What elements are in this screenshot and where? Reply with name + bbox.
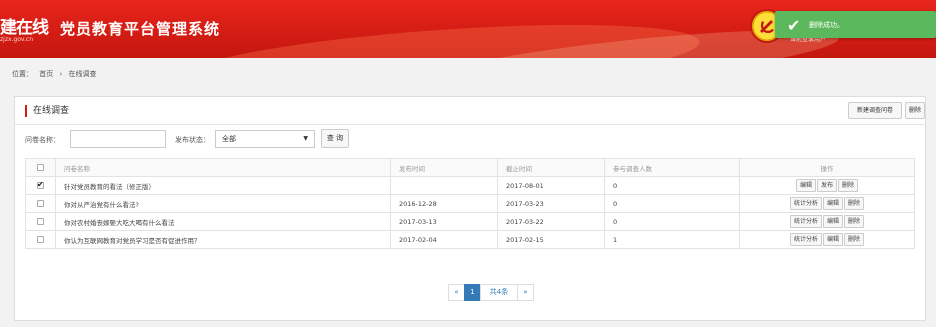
actions-cell: 统计分析 编辑 删除: [739, 212, 915, 231]
system-title: 党员教育平台管理系统: [60, 20, 221, 38]
breadcrumb-home-link[interactable]: 首页: [39, 70, 53, 78]
participant-count-cell: 1: [604, 230, 740, 249]
publish-date-cell: 2017-03-13: [390, 212, 498, 231]
breadcrumb-current: 在线调查: [68, 70, 97, 78]
participant-count-cell: 0: [604, 176, 740, 195]
survey-name-cell: 你认为互联网教育对党员学习是否有促进作用？: [55, 230, 391, 249]
check-icon: ✔: [787, 16, 801, 35]
edit-button[interactable]: 编辑: [822, 233, 843, 246]
column-header: 发布时间: [390, 158, 498, 177]
breadcrumb-separator: ›: [59, 70, 63, 78]
actions-cell: 统计分析 编辑 删除: [739, 194, 915, 213]
column-header: 截止时间: [497, 158, 605, 177]
breadcrumb-prefix: 位置：: [12, 70, 33, 78]
chevron-down-icon: ▼: [303, 135, 308, 142]
survey-name-cell: 你对农村婚丧嫁娶大吃大喝有什么看法: [55, 212, 391, 231]
row-checkbox[interactable]: [37, 200, 44, 207]
status-filter-label: 发布状态：: [175, 136, 210, 144]
site-logo-url: zjzx.gov.cn: [0, 36, 33, 43]
select-all-cell: [25, 158, 56, 177]
deadline-cell: 2017-08-01: [497, 176, 605, 195]
table-row: 针对党员教育的看法（修正版） 2017-08-01 0 编辑发布删除: [25, 176, 915, 195]
table-row: 你对农村婚丧嫁娶大吃大喝有什么看法 2017-03-13 2017-03-22 …: [25, 212, 915, 231]
actions-cell: 编辑 发布 删除: [739, 176, 915, 195]
statistics-button[interactable]: 统计分析: [789, 215, 822, 228]
divider: [15, 124, 925, 125]
statistics-button[interactable]: 统计分析: [789, 197, 822, 210]
table-row: 你对从严治党有什么看法? 2016-12-28 2017-03-23 0 统计分…: [25, 194, 915, 213]
pagination-total: 共4条: [480, 284, 518, 301]
row-checkbox-cell: [25, 176, 56, 195]
actions-cell: 统计分析 编辑 删除: [739, 230, 915, 249]
row-checkbox-cell: [25, 194, 56, 213]
column-header: 问卷名称: [55, 158, 391, 177]
survey-panel: 在线调查 新建调查问卷 删除 问卷名称： 发布状态： 全部 ▼ 查 询 问卷名称…: [14, 96, 926, 321]
participant-count-cell: 0: [604, 194, 740, 213]
statistics-button[interactable]: 统计分析: [789, 233, 822, 246]
deadline-cell: 2017-03-23: [497, 194, 605, 213]
delete-row-button[interactable]: 删除: [844, 215, 865, 228]
name-filter-label: 问卷名称：: [25, 136, 60, 144]
table-header-row: 问卷名称 发布时间 截止时间 参与调查人数 操作: [25, 158, 915, 177]
select-all-checkbox[interactable]: [37, 164, 44, 171]
pagination-prev-button[interactable]: «: [448, 284, 465, 301]
delete-button[interactable]: 删除: [905, 102, 925, 119]
toast-message: 删除成功。: [809, 21, 844, 29]
publish-button[interactable]: 发布: [816, 179, 837, 192]
edit-button[interactable]: 编辑: [795, 179, 816, 192]
row-checkbox-cell: [25, 230, 56, 249]
new-survey-button[interactable]: 新建调查问卷: [848, 102, 902, 119]
site-logo[interactable]: 建在线: [0, 13, 49, 38]
publish-date-cell: 2017-02-04: [390, 230, 498, 249]
publish-date-cell: 2016-12-28: [390, 194, 498, 213]
edit-button[interactable]: 编辑: [822, 197, 843, 210]
deadline-cell: 2017-03-22: [497, 212, 605, 231]
survey-table: 问卷名称 发布时间 截止时间 参与调查人数 操作 针对党员教育的看法（修正版） …: [25, 158, 915, 249]
column-header: 参与调查人数: [604, 158, 740, 177]
delete-row-button[interactable]: 删除: [838, 179, 859, 192]
survey-name-cell: 针对党员教育的看法（修正版）: [55, 176, 391, 195]
row-checkbox-cell: [25, 212, 56, 231]
participant-count-cell: 0: [604, 212, 740, 231]
pagination-next-button[interactable]: »: [517, 284, 534, 301]
row-checkbox[interactable]: [37, 180, 44, 189]
row-checkbox[interactable]: [37, 218, 44, 225]
pagination-page-1[interactable]: 1: [464, 284, 481, 301]
pagination: « 1 共4条 »: [448, 284, 534, 301]
query-button[interactable]: 查 询: [321, 129, 349, 148]
success-toast: ✔ 删除成功。: [775, 11, 936, 38]
panel-title: 在线调查: [25, 105, 69, 117]
survey-name-input[interactable]: [70, 130, 166, 148]
delete-row-button[interactable]: 删除: [844, 233, 865, 246]
row-checkbox[interactable]: [37, 236, 44, 243]
delete-row-button[interactable]: 删除: [844, 197, 865, 210]
survey-name-cell: 你对从严治党有什么看法?: [55, 194, 391, 213]
column-header: 操作: [739, 158, 915, 177]
deadline-cell: 2017-02-15: [497, 230, 605, 249]
edit-button[interactable]: 编辑: [822, 215, 843, 228]
table-row: 你认为互联网教育对党员学习是否有促进作用？ 2017-02-04 2017-02…: [25, 230, 915, 249]
status-select-value: 全部: [222, 135, 236, 143]
status-select[interactable]: 全部 ▼: [215, 130, 315, 148]
breadcrumb: 位置： 首页 › 在线调查: [12, 69, 101, 79]
publish-date-cell: [390, 176, 498, 195]
